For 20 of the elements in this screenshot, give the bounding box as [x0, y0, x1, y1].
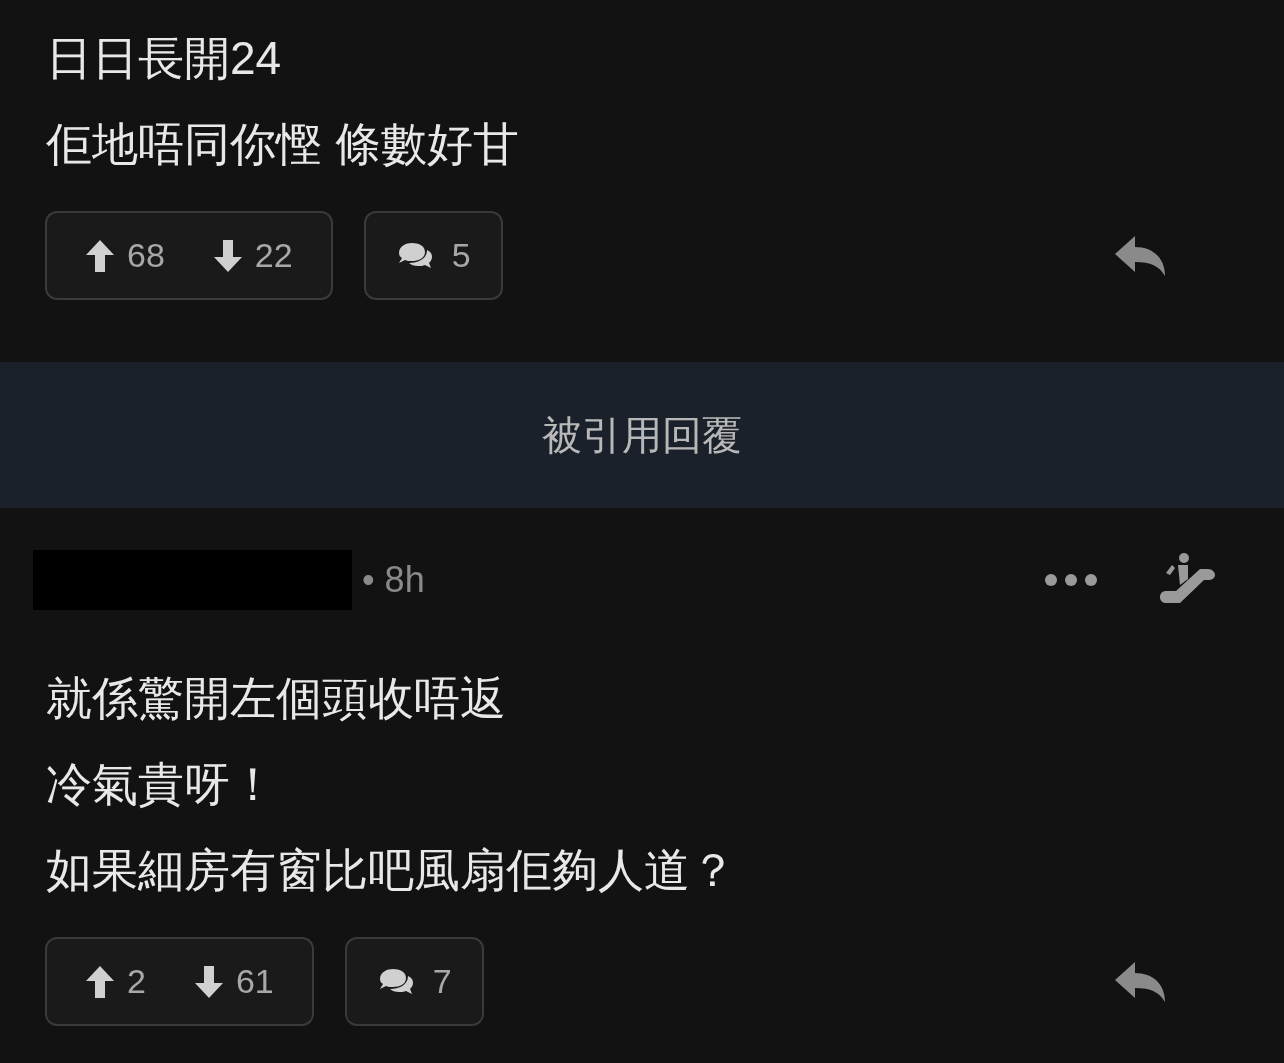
post-time: • 8h: [362, 558, 425, 602]
upvote-button[interactable]: 2: [85, 956, 146, 1007]
upvote-icon: [85, 964, 115, 999]
downvote-button[interactable]: 61: [193, 956, 274, 1007]
comments-button[interactable]: 5: [363, 211, 503, 300]
post-text: 就係驚開左個頭收唔返: [46, 671, 507, 726]
post-text: 冷氣貴呀！: [46, 757, 277, 812]
upvote-button[interactable]: 68: [85, 230, 165, 281]
section-title: 被引用回覆: [542, 412, 742, 459]
comments-button[interactable]: 7: [344, 937, 484, 1026]
post-text: 佢地唔同你慳 條數好甘: [46, 117, 520, 172]
downvote-button[interactable]: 22: [212, 230, 293, 281]
downvote-icon: [193, 964, 224, 999]
downvote-icon: [212, 238, 243, 273]
post-text: 如果細房有窗比吧風扇佢夠人道？: [46, 843, 737, 898]
more-icon[interactable]: [1044, 573, 1098, 587]
upvote-icon: [85, 238, 115, 273]
post-text: 日日長開24: [46, 31, 283, 86]
reply-icon[interactable]: [1113, 233, 1167, 278]
reply-icon[interactable]: [1113, 959, 1167, 1004]
